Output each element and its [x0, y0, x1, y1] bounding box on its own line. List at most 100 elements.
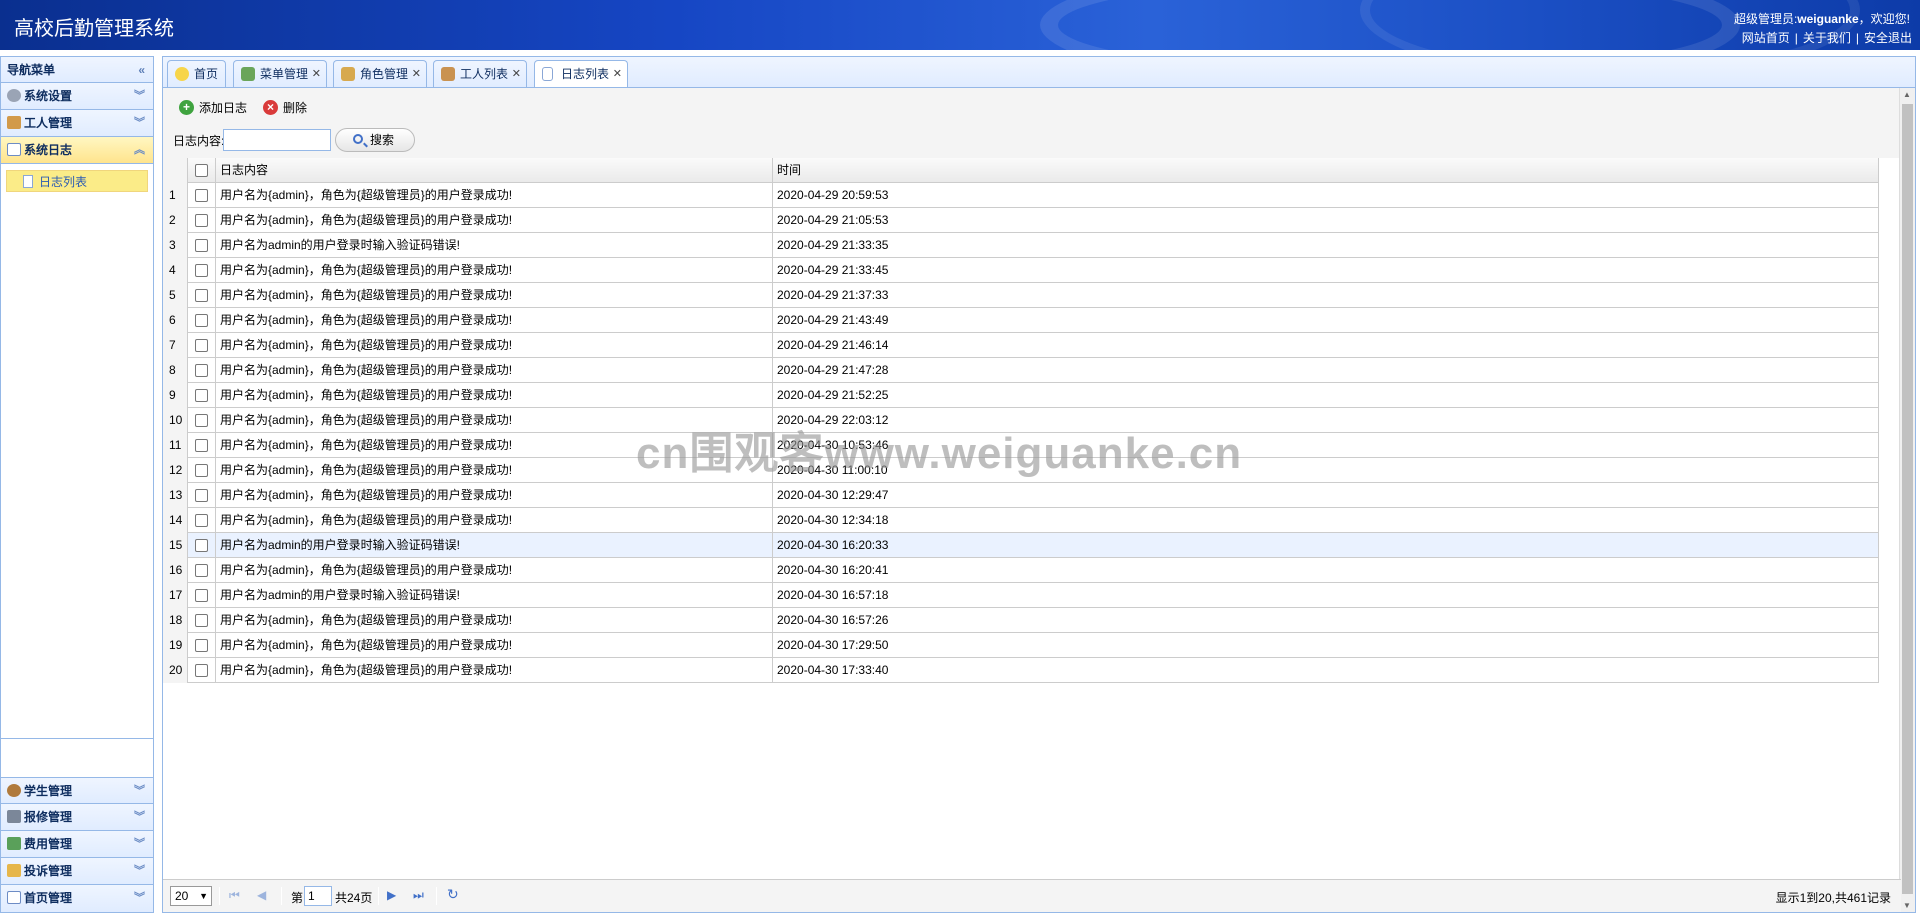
table-row[interactable]: 19 用户名为{admin}，角色为{超级管理员}的用户登录成功! 2020-04-…	[163, 633, 1879, 658]
calendar-icon	[7, 143, 21, 156]
first-page-icon[interactable]: ⏮	[229, 888, 240, 903]
close-icon[interactable]: ✕	[312, 61, 321, 87]
row-checkbox[interactable]	[195, 239, 208, 252]
refresh-icon[interactable]: ↻	[447, 886, 459, 903]
log-content-input[interactable]	[223, 129, 331, 151]
log-time-cell: 2020-04-30 17:33:40	[773, 658, 1879, 683]
column-header-content[interactable]: 日志内容	[216, 158, 773, 183]
system-log-panel: 日志列表	[1, 164, 153, 739]
vertical-scrollbar[interactable]: ▲ ▼	[1899, 88, 1915, 912]
row-number: 1	[163, 183, 188, 208]
tab-home[interactable]: 首页	[167, 60, 226, 88]
sidebar-item-label: 费用管理	[24, 837, 73, 851]
row-checkbox[interactable]	[195, 389, 208, 402]
log-time-cell: 2020-04-29 21:52:25	[773, 383, 1879, 408]
sidebar-subitem-log-list[interactable]: 日志列表	[6, 170, 148, 192]
row-checkbox-cell	[188, 608, 216, 633]
sidebar-item-fees[interactable]: 费用管理 ︾	[1, 831, 153, 858]
close-icon[interactable]: ✕	[512, 61, 521, 87]
layout-icon	[7, 891, 21, 904]
select-all-checkbox[interactable]	[195, 164, 208, 177]
row-checkbox[interactable]	[195, 639, 208, 652]
row-checkbox-cell	[188, 458, 216, 483]
row-checkbox[interactable]	[195, 364, 208, 377]
sidebar-item-complaints[interactable]: 投诉管理 ︾	[1, 858, 153, 885]
row-checkbox-cell	[188, 508, 216, 533]
table-row[interactable]: 18 用户名为{admin}，角色为{超级管理员}的用户登录成功! 2020-04-…	[163, 608, 1879, 633]
row-checkbox[interactable]	[195, 664, 208, 677]
search-button[interactable]: 搜索	[335, 128, 415, 152]
log-content-cell: 用户名为{admin}，角色为{超级管理员}的用户登录成功!	[216, 483, 773, 508]
toolbar: + 添加日志 × 删除 日志内容: 搜索	[163, 88, 1901, 158]
table-row[interactable]: 20 用户名为{admin}，角色为{超级管理员}的用户登录成功! 2020-04-…	[163, 658, 1879, 683]
scroll-up-icon[interactable]: ▲	[1903, 90, 1911, 99]
log-content-cell: 用户名为{admin}，角色为{超级管理员}的用户登录成功!	[216, 308, 773, 333]
sidebar-item-homepage[interactable]: 首页管理 ︾	[1, 885, 153, 912]
row-checkbox[interactable]	[195, 289, 208, 302]
close-icon[interactable]: ✕	[412, 61, 421, 87]
delete-button[interactable]: × 删除	[263, 98, 307, 118]
row-number: 3	[163, 233, 188, 258]
log-time-cell: 2020-04-30 12:29:47	[773, 483, 1879, 508]
table-row[interactable]: 4 用户名为{admin}，角色为{超级管理员}的用户登录成功! 2020-04-2…	[163, 258, 1879, 283]
row-checkbox[interactable]	[195, 539, 208, 552]
link-home-site[interactable]: 网站首页	[1742, 31, 1790, 45]
log-content-cell: 用户名为{admin}，角色为{超级管理员}的用户登录成功!	[216, 283, 773, 308]
tab-menu-management[interactable]: 菜单管理 ✕	[233, 60, 327, 88]
sidebar-item-label: 系统设置	[24, 89, 73, 103]
sidebar-item-repairs[interactable]: 报修管理 ︾	[1, 804, 153, 831]
row-checkbox[interactable]	[195, 489, 208, 502]
row-checkbox[interactable]	[195, 464, 208, 477]
table-row[interactable]: 15 用户名为admin的用户登录时输入验证码错误! 2020-04-30 16:2…	[163, 533, 1879, 558]
table-row[interactable]: 14 用户名为{admin}，角色为{超级管理员}的用户登录成功! 2020-04-…	[163, 508, 1879, 533]
row-checkbox[interactable]	[195, 214, 208, 227]
tab-label: 角色管理	[360, 67, 409, 81]
next-page-icon[interactable]: ▶	[387, 888, 396, 902]
row-checkbox[interactable]	[195, 614, 208, 627]
app-title: 高校后勤管理系统	[14, 18, 174, 40]
table-row[interactable]: 2 用户名为{admin}，角色为{超级管理员}的用户登录成功! 2020-04-2…	[163, 208, 1879, 233]
row-checkbox[interactable]	[195, 414, 208, 427]
page-number-input[interactable]: 1	[304, 886, 332, 906]
sidebar-item-workers[interactable]: 工人管理 ︾	[1, 110, 153, 137]
add-log-button[interactable]: + 添加日志	[179, 98, 247, 118]
table-row[interactable]: 9 用户名为{admin}，角色为{超级管理员}的用户登录成功! 2020-04-2…	[163, 383, 1879, 408]
table-row[interactable]: 5 用户名为{admin}，角色为{超级管理员}的用户登录成功! 2020-04-2…	[163, 283, 1879, 308]
row-checkbox[interactable]	[195, 564, 208, 577]
scroll-down-icon[interactable]: ▼	[1903, 901, 1911, 910]
row-checkbox[interactable]	[195, 339, 208, 352]
row-checkbox[interactable]	[195, 264, 208, 277]
last-page-icon[interactable]: ⏭	[413, 888, 424, 903]
tab-log-list[interactable]: 日志列表 ✕	[534, 60, 628, 89]
page-size-select[interactable]: 20 ▼	[170, 886, 212, 906]
sidebar-item-system-settings[interactable]: 系统设置 ︾	[1, 83, 153, 110]
prev-page-icon[interactable]: ◀	[257, 888, 266, 902]
row-checkbox[interactable]	[195, 189, 208, 202]
row-checkbox[interactable]	[195, 589, 208, 602]
sidebar-item-system-log[interactable]: 系统日志 ︽	[1, 137, 153, 164]
table-row[interactable]: 16 用户名为{admin}，角色为{超级管理员}的用户登录成功! 2020-04-…	[163, 558, 1879, 583]
close-icon[interactable]: ✕	[613, 61, 622, 87]
table-row[interactable]: 3 用户名为admin的用户登录时输入验证码错误! 2020-04-29 21:33…	[163, 233, 1879, 258]
sidebar: 导航菜单 « 系统设置 ︾ 工人管理 ︾ 系统日志 ︽ 日志列表 学生管理 ︾ …	[0, 56, 154, 913]
row-checkbox-cell	[188, 433, 216, 458]
row-checkbox[interactable]	[195, 439, 208, 452]
table-row[interactable]: 1 用户名为{admin}，角色为{超级管理员}的用户登录成功! 2020-04-2…	[163, 183, 1879, 208]
column-header-time[interactable]: 时间	[773, 158, 1879, 183]
folder-icon	[7, 864, 21, 877]
table-row[interactable]: 13 用户名为{admin}，角色为{超级管理员}的用户登录成功! 2020-04-…	[163, 483, 1879, 508]
row-checkbox[interactable]	[195, 314, 208, 327]
sidebar-item-students[interactable]: 学生管理 ︾	[1, 777, 153, 804]
row-checkbox[interactable]	[195, 514, 208, 527]
table-row[interactable]: 8 用户名为{admin}，角色为{超级管理员}的用户登录成功! 2020-04-2…	[163, 358, 1879, 383]
link-logout[interactable]: 安全退出	[1864, 31, 1912, 45]
table-row[interactable]: 6 用户名为{admin}，角色为{超级管理员}的用户登录成功! 2020-04-2…	[163, 308, 1879, 333]
tab-role-management[interactable]: 角色管理 ✕	[333, 60, 427, 88]
table-row[interactable]: 7 用户名为{admin}，角色为{超级管理员}的用户登录成功! 2020-04-2…	[163, 333, 1879, 358]
link-about[interactable]: 关于我们	[1803, 31, 1851, 45]
scroll-thumb[interactable]	[1902, 104, 1913, 894]
collapse-sidebar-icon[interactable]: «	[138, 57, 145, 83]
divider	[378, 887, 379, 905]
tab-worker-list[interactable]: 工人列表 ✕	[433, 60, 527, 88]
table-row[interactable]: 17 用户名为admin的用户登录时输入验证码错误! 2020-04-30 16:5…	[163, 583, 1879, 608]
